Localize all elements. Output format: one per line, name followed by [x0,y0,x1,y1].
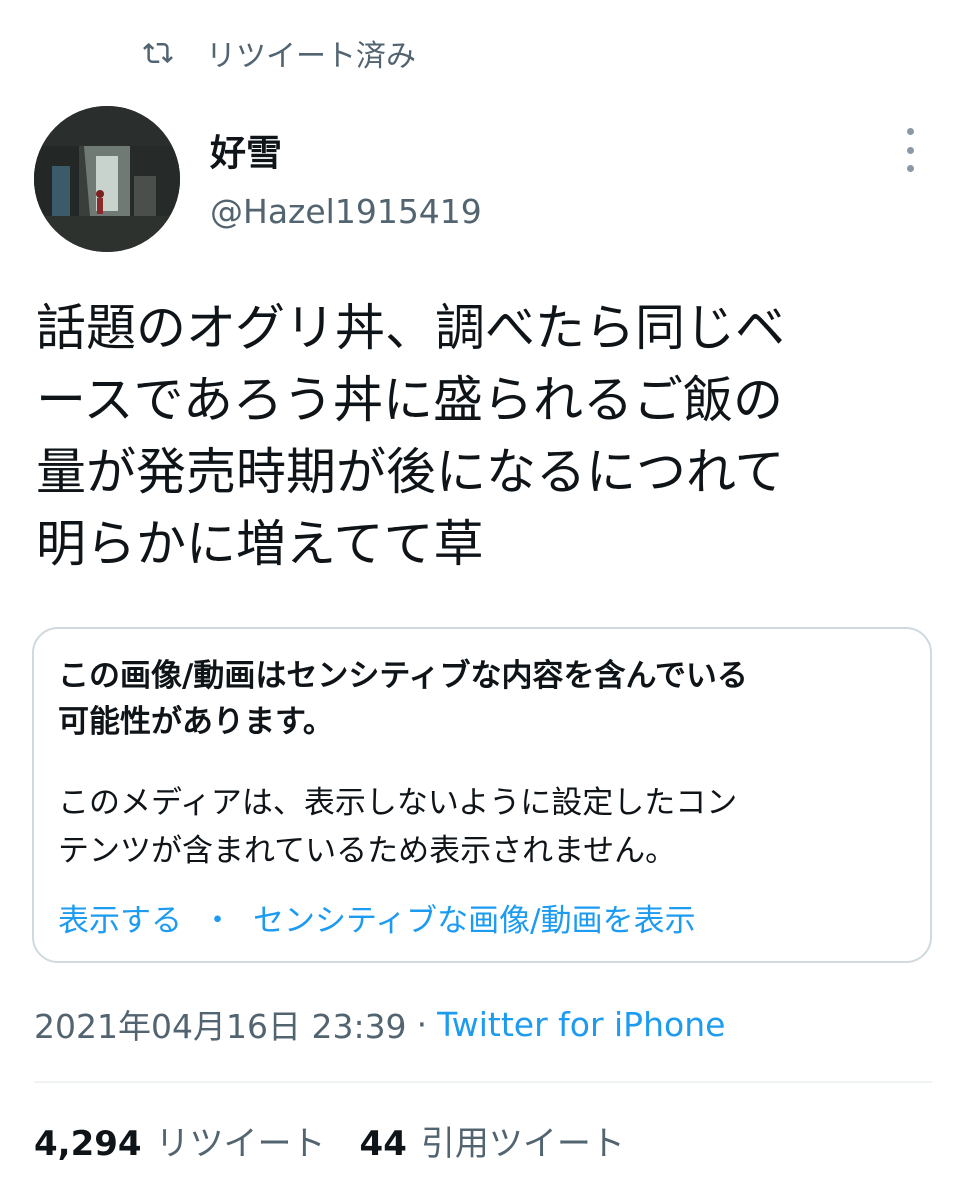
sensitive-body-line: このメディアは、表示しないように設定したコン [58,785,738,821]
sensitive-notice-title: この画像/動画はセンシティブな内容を含んでいる 可能性があります。 [58,653,908,745]
tweet-text-line: 話題のオグリ丼、調べたら同じベ [36,299,785,357]
tweet-text-line: 明らかに増えてて草 [36,515,484,573]
divider [34,1081,932,1083]
link-separator: ・ [202,903,233,939]
sensitive-notice-body: このメディアは、表示しないように設定したコン テンツが含まれているため表示されま… [58,779,908,875]
tweet-text-line: ースであろう丼に盛られるご飯の [36,371,783,429]
display-name[interactable]: 好雪 [210,124,282,176]
quote-count-label[interactable]: 引用ツイート [421,1116,625,1165]
retweet-count[interactable]: 4,294 [34,1124,142,1164]
sensitive-title-line: 可能性があります。 [58,704,334,740]
user-handle[interactable]: @Hazel1915419 [210,192,482,231]
sensitive-notice-links: 表示する ・ センシティブな画像/動画を表示 [58,895,696,940]
retweet-count-label[interactable]: リツイート [156,1116,326,1165]
sensitive-title-line: この画像/動画はセンシティブな内容を含んでいる [58,658,748,694]
retweet-icon [143,42,173,64]
tweet-text-line: 量が発売時期が後になるにつれて [36,443,785,501]
tweet-source-link[interactable]: Twitter for iPhone [437,1005,725,1044]
avatar-photo [34,106,180,252]
tweet-stats: 4,294 リツイート 44 引用ツイート [34,1116,659,1165]
tweet-meta: 2021年04月16日 23:39 · Twitter for iPhone [34,1000,725,1048]
more-options-icon[interactable] [896,128,924,172]
quote-count[interactable]: 44 [360,1124,407,1164]
show-media-link[interactable]: 表示する [58,895,182,940]
tweet-timestamp[interactable]: 2021年04月16日 23:39 [34,1000,407,1048]
sensitive-media-notice: この画像/動画はセンシティブな内容を含んでいる 可能性があります。 このメディア… [32,627,932,963]
show-sensitive-media-link[interactable]: センシティブな画像/動画を表示 [253,895,696,940]
avatar[interactable] [34,106,180,252]
sensitive-body-line: テンツが含まれているため表示されません。 [58,833,677,869]
retweeted-banner: リツイート済み [140,30,416,76]
meta-separator: · [416,1004,428,1044]
tweet-text: 話題のオグリ丼、調べたら同じベ ースであろう丼に盛られるご飯の 量が発売時期が後… [36,292,936,580]
retweeted-label: リツイート済み [206,39,416,74]
